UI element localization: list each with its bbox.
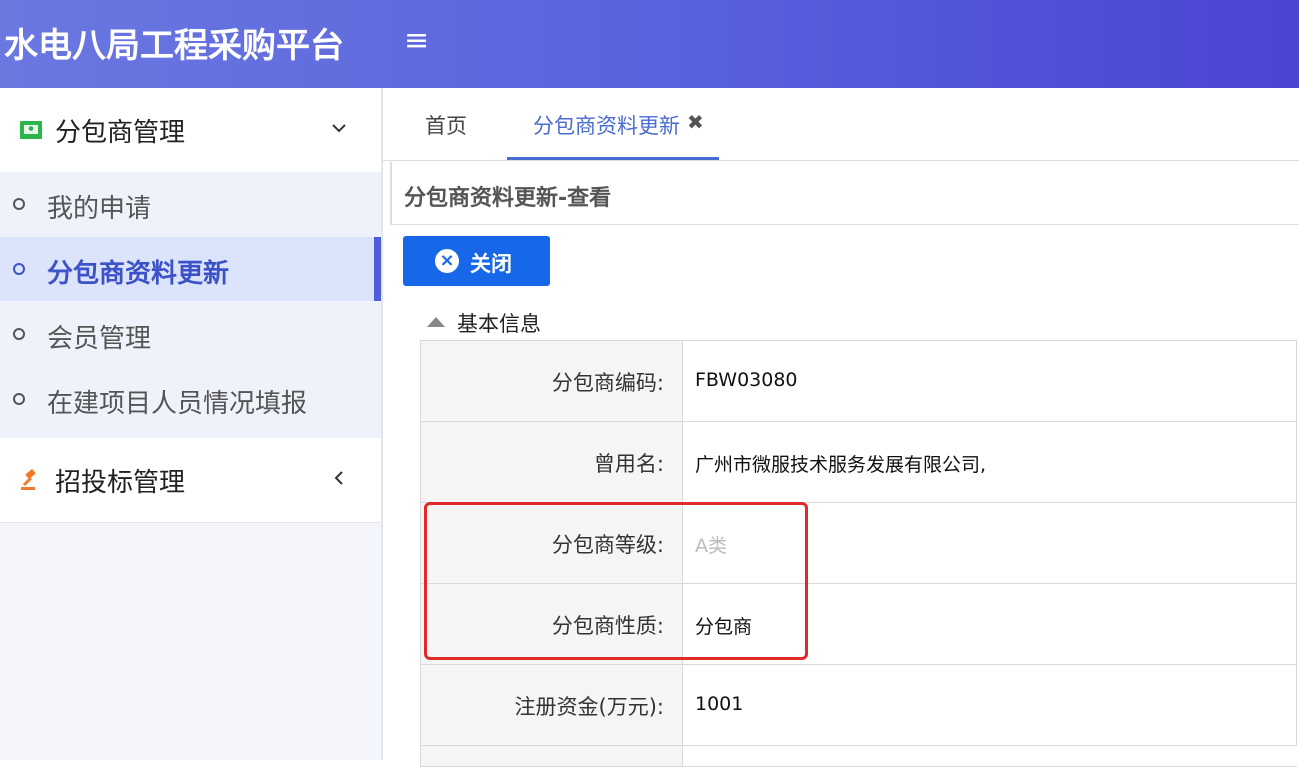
submenu: 我的申请 分包商资料更新 会员管理 在建项目人员情况填报: [0, 172, 381, 438]
field-label: 分包商等级:: [551, 533, 664, 557]
sidebar: 分包商管理 我的申请 分包商资料更新 会员管理 在建项目人员情况填报 招投标管理: [0, 88, 383, 760]
field-label-cell: 分包商等级:: [421, 503, 683, 583]
table-row: 曾用名: 广州市微服技术服务发展有限公司,: [421, 422, 1297, 503]
field-label-cell: 分包商性质:: [421, 584, 683, 664]
field-label-cell: 注册资金(万元):: [421, 665, 683, 745]
sidebar-item-label: 会员管理: [47, 324, 152, 354]
sidebar-item-my-applications[interactable]: 我的申请: [0, 172, 381, 236]
tab-bar: 首页 分包商资料更新 ✖: [383, 88, 1299, 161]
circle-icon: [13, 263, 25, 275]
tab-profile-update[interactable]: 分包商资料更新 ✖: [507, 88, 719, 160]
sidebar-item-label: 在建项目人员情况填报: [47, 389, 308, 419]
chevron-left-icon: [330, 468, 348, 492]
sidebar-item-label: 我的申请: [47, 194, 152, 224]
sidebar-group-label: 分包商管理: [55, 118, 186, 148]
tab-label: 首页: [425, 114, 467, 138]
sidebar-item-members[interactable]: 会员管理: [0, 302, 381, 366]
section-title: 基本信息: [457, 312, 541, 336]
table-row: 分包商编码: FBW03080: [421, 341, 1297, 422]
sidebar-group-label: 招投标管理: [55, 468, 186, 498]
field-label-cell: [421, 746, 683, 766]
top-header: 水电八局工程采购平台 ≡: [0, 0, 1299, 88]
field-label-cell: 分包商编码:: [421, 341, 683, 421]
triangle-up-icon: [427, 317, 445, 327]
table-row: 分包商性质: 分包商: [421, 584, 1297, 665]
field-label: 注册资金(万元):: [514, 695, 664, 719]
sidebar-item-label: 分包商资料更新: [47, 259, 230, 289]
app-title: 水电八局工程采购平台: [4, 26, 344, 66]
table-row: 分包商等级: A类: [421, 503, 1297, 584]
circle-icon: [13, 198, 25, 210]
field-value: 广州市微服技术服务发展有限公司,: [695, 454, 987, 476]
id-card-icon: [20, 121, 42, 139]
close-button[interactable]: × 关闭: [403, 236, 550, 286]
close-icon[interactable]: ✖: [687, 110, 704, 134]
close-button-label: 关闭: [470, 252, 512, 276]
sidebar-item-profile-update[interactable]: 分包商资料更新: [0, 237, 381, 301]
field-label: 分包商编码:: [551, 371, 664, 395]
sidebar-group-bidding[interactable]: 招投标管理: [0, 438, 381, 523]
field-label: 曾用名:: [593, 452, 664, 476]
chevron-down-icon: [330, 118, 348, 142]
sidebar-group-subcontractor[interactable]: 分包商管理: [0, 88, 381, 173]
table-row: [421, 746, 1297, 767]
circle-icon: [13, 393, 25, 405]
tab-label: 分包商资料更新: [533, 114, 680, 138]
gavel-icon: [21, 469, 36, 490]
field-value: 1001: [695, 693, 744, 715]
circle-icon: [13, 328, 25, 340]
page-title: 分包商资料更新-查看: [404, 186, 612, 211]
tab-home[interactable]: 首页: [405, 88, 485, 160]
table-row: 注册资金(万元): 1001: [421, 665, 1297, 746]
field-label-cell: 曾用名:: [421, 422, 683, 502]
field-label: 分包商性质:: [551, 614, 664, 638]
info-table: 分包商编码: FBW03080 曾用名: 广州市微服技术服务发展有限公司, 分包…: [420, 340, 1297, 767]
close-circle-icon: ×: [435, 249, 459, 273]
field-value: FBW03080: [695, 369, 798, 391]
field-value: A类: [695, 535, 727, 557]
hamburger-icon[interactable]: ≡: [404, 26, 430, 60]
panel-header: 分包商资料更新-查看: [390, 162, 1299, 225]
sidebar-item-project-staff[interactable]: 在建项目人员情况填报: [0, 367, 381, 431]
field-value: 分包商: [695, 616, 753, 638]
